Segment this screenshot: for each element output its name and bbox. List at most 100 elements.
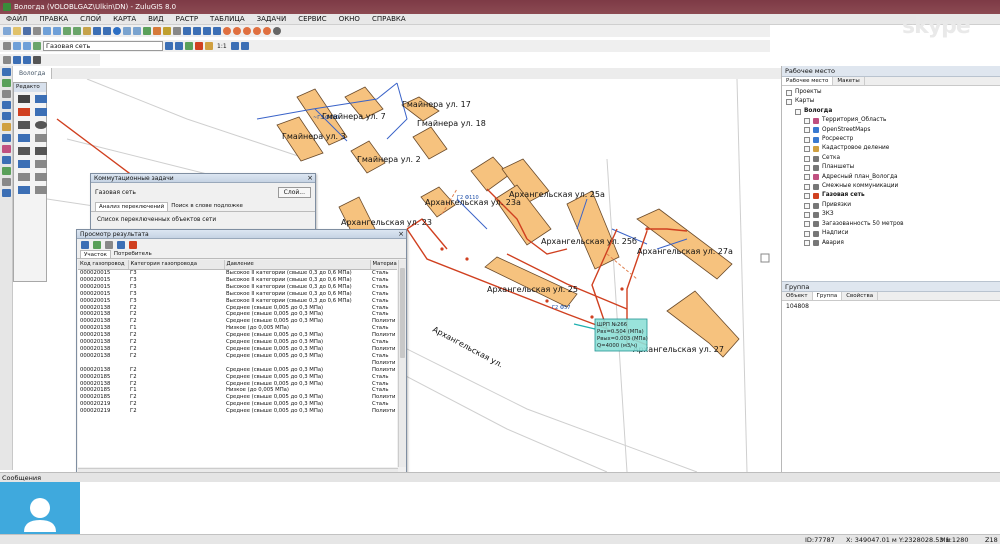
table-row[interactable]: 000020138 Г2 Среднее (свыше 0,005 до 0,3 М… <box>78 367 397 374</box>
tool-e-icon[interactable] <box>163 27 171 35</box>
tree-item[interactable]: Вологда <box>786 107 1000 116</box>
tree-item[interactable]: Загазованность 50 метров <box>786 220 1000 229</box>
results-scrollbar[interactable] <box>398 260 406 467</box>
symbol-icon[interactable] <box>18 147 30 155</box>
vertex-icon[interactable] <box>35 95 47 103</box>
tree-item[interactable]: Территория_Область <box>786 116 1000 125</box>
tool-c-icon[interactable] <box>143 27 151 35</box>
map-icon[interactable] <box>93 27 101 35</box>
print-icon[interactable] <box>33 27 41 35</box>
table-row[interactable]: 000020138 Г2 Среднее (свыше 0,005 до 0,3 М… <box>78 305 397 312</box>
menu-layer[interactable]: СЛОЙ <box>74 14 107 25</box>
menu-view[interactable]: ВИД <box>142 14 170 25</box>
select-area-icon[interactable] <box>2 145 11 153</box>
tree-item[interactable]: Кадастровое деление <box>786 144 1000 153</box>
table-row[interactable]: 000020219 Г2 Среднее (свыше 0,005 до 0,3 М… <box>78 408 397 415</box>
rotate-icon[interactable] <box>18 173 30 181</box>
expand-icon[interactable] <box>804 202 810 209</box>
layer-tool-icon[interactable] <box>2 156 11 164</box>
text-tool-icon[interactable] <box>18 160 30 168</box>
tool-a-icon[interactable] <box>123 27 131 35</box>
tab-properties[interactable]: Свойства <box>842 292 879 300</box>
col-header-category[interactable]: Категория газопровода <box>128 260 225 270</box>
tab-layouts[interactable]: Макеты <box>833 77 865 85</box>
table-row[interactable]: 000020138 Г2 Среднее (свыше 0,005 до 0,3 М… <box>78 381 397 388</box>
tab-switching-analysis[interactable]: Анализ переключений <box>95 202 169 211</box>
find-icon[interactable] <box>117 240 125 249</box>
expand-icon[interactable] <box>804 240 810 247</box>
tree-item[interactable]: Адресный план_Вологда <box>786 173 1000 182</box>
col-header-pressure[interactable]: Давление <box>224 260 371 270</box>
menu-raster[interactable]: РАСТР <box>170 14 204 25</box>
tool-g-icon[interactable] <box>183 27 191 35</box>
tree-item[interactable]: Смежные коммуникации <box>786 182 1000 191</box>
tree-item[interactable]: Привязки <box>786 201 1000 210</box>
table-row[interactable]: 000020015 Г3 Высокое II категории (свыше 0… <box>78 284 397 291</box>
grid-tool-icon[interactable] <box>2 178 11 186</box>
polygon-icon[interactable] <box>18 134 30 142</box>
close-icon[interactable]: × <box>307 174 313 183</box>
undo-icon[interactable] <box>63 27 71 35</box>
table-row[interactable]: 000020138 Г2 Среднее (свыше 0,005 до 0,3 М… <box>78 346 397 353</box>
tool-f-icon[interactable] <box>173 27 181 35</box>
menu-tasks[interactable]: ЗАДАЧИ <box>251 14 293 25</box>
tab-group[interactable]: Группа <box>812 292 843 300</box>
tree-item[interactable]: Газовая сеть <box>786 191 1000 200</box>
tool-p-icon[interactable] <box>273 27 281 35</box>
zoom-tool-icon[interactable] <box>2 101 11 109</box>
measure-icon[interactable] <box>230 42 239 50</box>
table-row[interactable]: 000020185 Г2 Среднее (свыше 0,005 до 0,3 М… <box>78 374 397 381</box>
save-icon[interactable] <box>23 27 31 35</box>
tool-m-icon[interactable] <box>243 27 251 35</box>
line-style-icon[interactable] <box>3 56 11 64</box>
tool-b-icon[interactable] <box>133 27 141 35</box>
tag-icon[interactable] <box>205 42 213 50</box>
dot-icon[interactable] <box>35 147 47 155</box>
table-row[interactable]: 000020015 Г3 Высокое II категории (свыше 0… <box>78 277 397 284</box>
menu-table[interactable]: ТАБЛИЦА <box>204 14 251 25</box>
layer-icon[interactable] <box>83 27 91 35</box>
route-tool-icon[interactable] <box>2 167 11 175</box>
redo-icon[interactable] <box>73 27 81 35</box>
select-icon[interactable] <box>240 42 249 50</box>
help-icon[interactable] <box>113 27 121 35</box>
polyline-icon[interactable] <box>35 108 47 116</box>
pointer-icon[interactable] <box>18 95 30 103</box>
table-row[interactable]: 000020219 Г2 Среднее (свыше 0,005 до 0,3 М… <box>78 401 397 408</box>
menu-file[interactable]: ФАЙЛ <box>0 14 33 25</box>
layer-select[interactable]: Газовая сеть <box>43 41 163 51</box>
circle-icon[interactable] <box>35 121 47 129</box>
expand-icon[interactable] <box>804 146 810 153</box>
tool-k-icon[interactable] <box>223 27 231 35</box>
color-icon[interactable] <box>13 56 21 64</box>
col-header-material[interactable]: Материа <box>370 260 397 270</box>
table-row[interactable]: 000020138 Г2 Среднее (свыше 0,005 до 0,3 М… <box>78 353 397 360</box>
expand-icon[interactable] <box>804 230 810 237</box>
expand-icon[interactable] <box>804 136 810 143</box>
menu-map[interactable]: КАРТА <box>107 14 142 25</box>
tree-item[interactable]: Надписи <box>786 229 1000 238</box>
map-scroll-right-icon[interactable] <box>760 253 770 263</box>
expand-icon[interactable] <box>804 183 810 190</box>
move-icon[interactable] <box>18 186 30 194</box>
tab-background-search[interactable]: Поиск в слове подложке <box>168 202 246 211</box>
expand-icon[interactable] <box>804 164 810 171</box>
expand-icon[interactable] <box>786 99 792 106</box>
fill-icon[interactable] <box>23 56 31 64</box>
expand-icon[interactable] <box>795 108 801 115</box>
menu-window[interactable]: ОКНО <box>333 14 366 25</box>
table-row[interactable]: 000020138 Г1 Низкое (до 0,005 МПа) Сталь <box>78 325 397 332</box>
zoom-out-tool-icon[interactable] <box>2 112 11 120</box>
tree-item[interactable]: Сетка <box>786 154 1000 163</box>
tool-j-icon[interactable] <box>213 27 221 35</box>
expand-icon[interactable] <box>786 89 792 96</box>
tool-h-icon[interactable] <box>193 27 201 35</box>
expand-icon[interactable] <box>804 221 810 228</box>
zoom-out-icon[interactable] <box>175 42 183 50</box>
tree-item[interactable]: Планшеты <box>786 163 1000 172</box>
tool-d-icon[interactable] <box>153 27 161 35</box>
tool-l-icon[interactable] <box>233 27 241 35</box>
expand-icon[interactable] <box>804 127 810 134</box>
table-row[interactable]: 000020015 Г3 Высокое II категории (свыше 0… <box>78 298 397 305</box>
layer-list-icon[interactable] <box>23 42 31 50</box>
